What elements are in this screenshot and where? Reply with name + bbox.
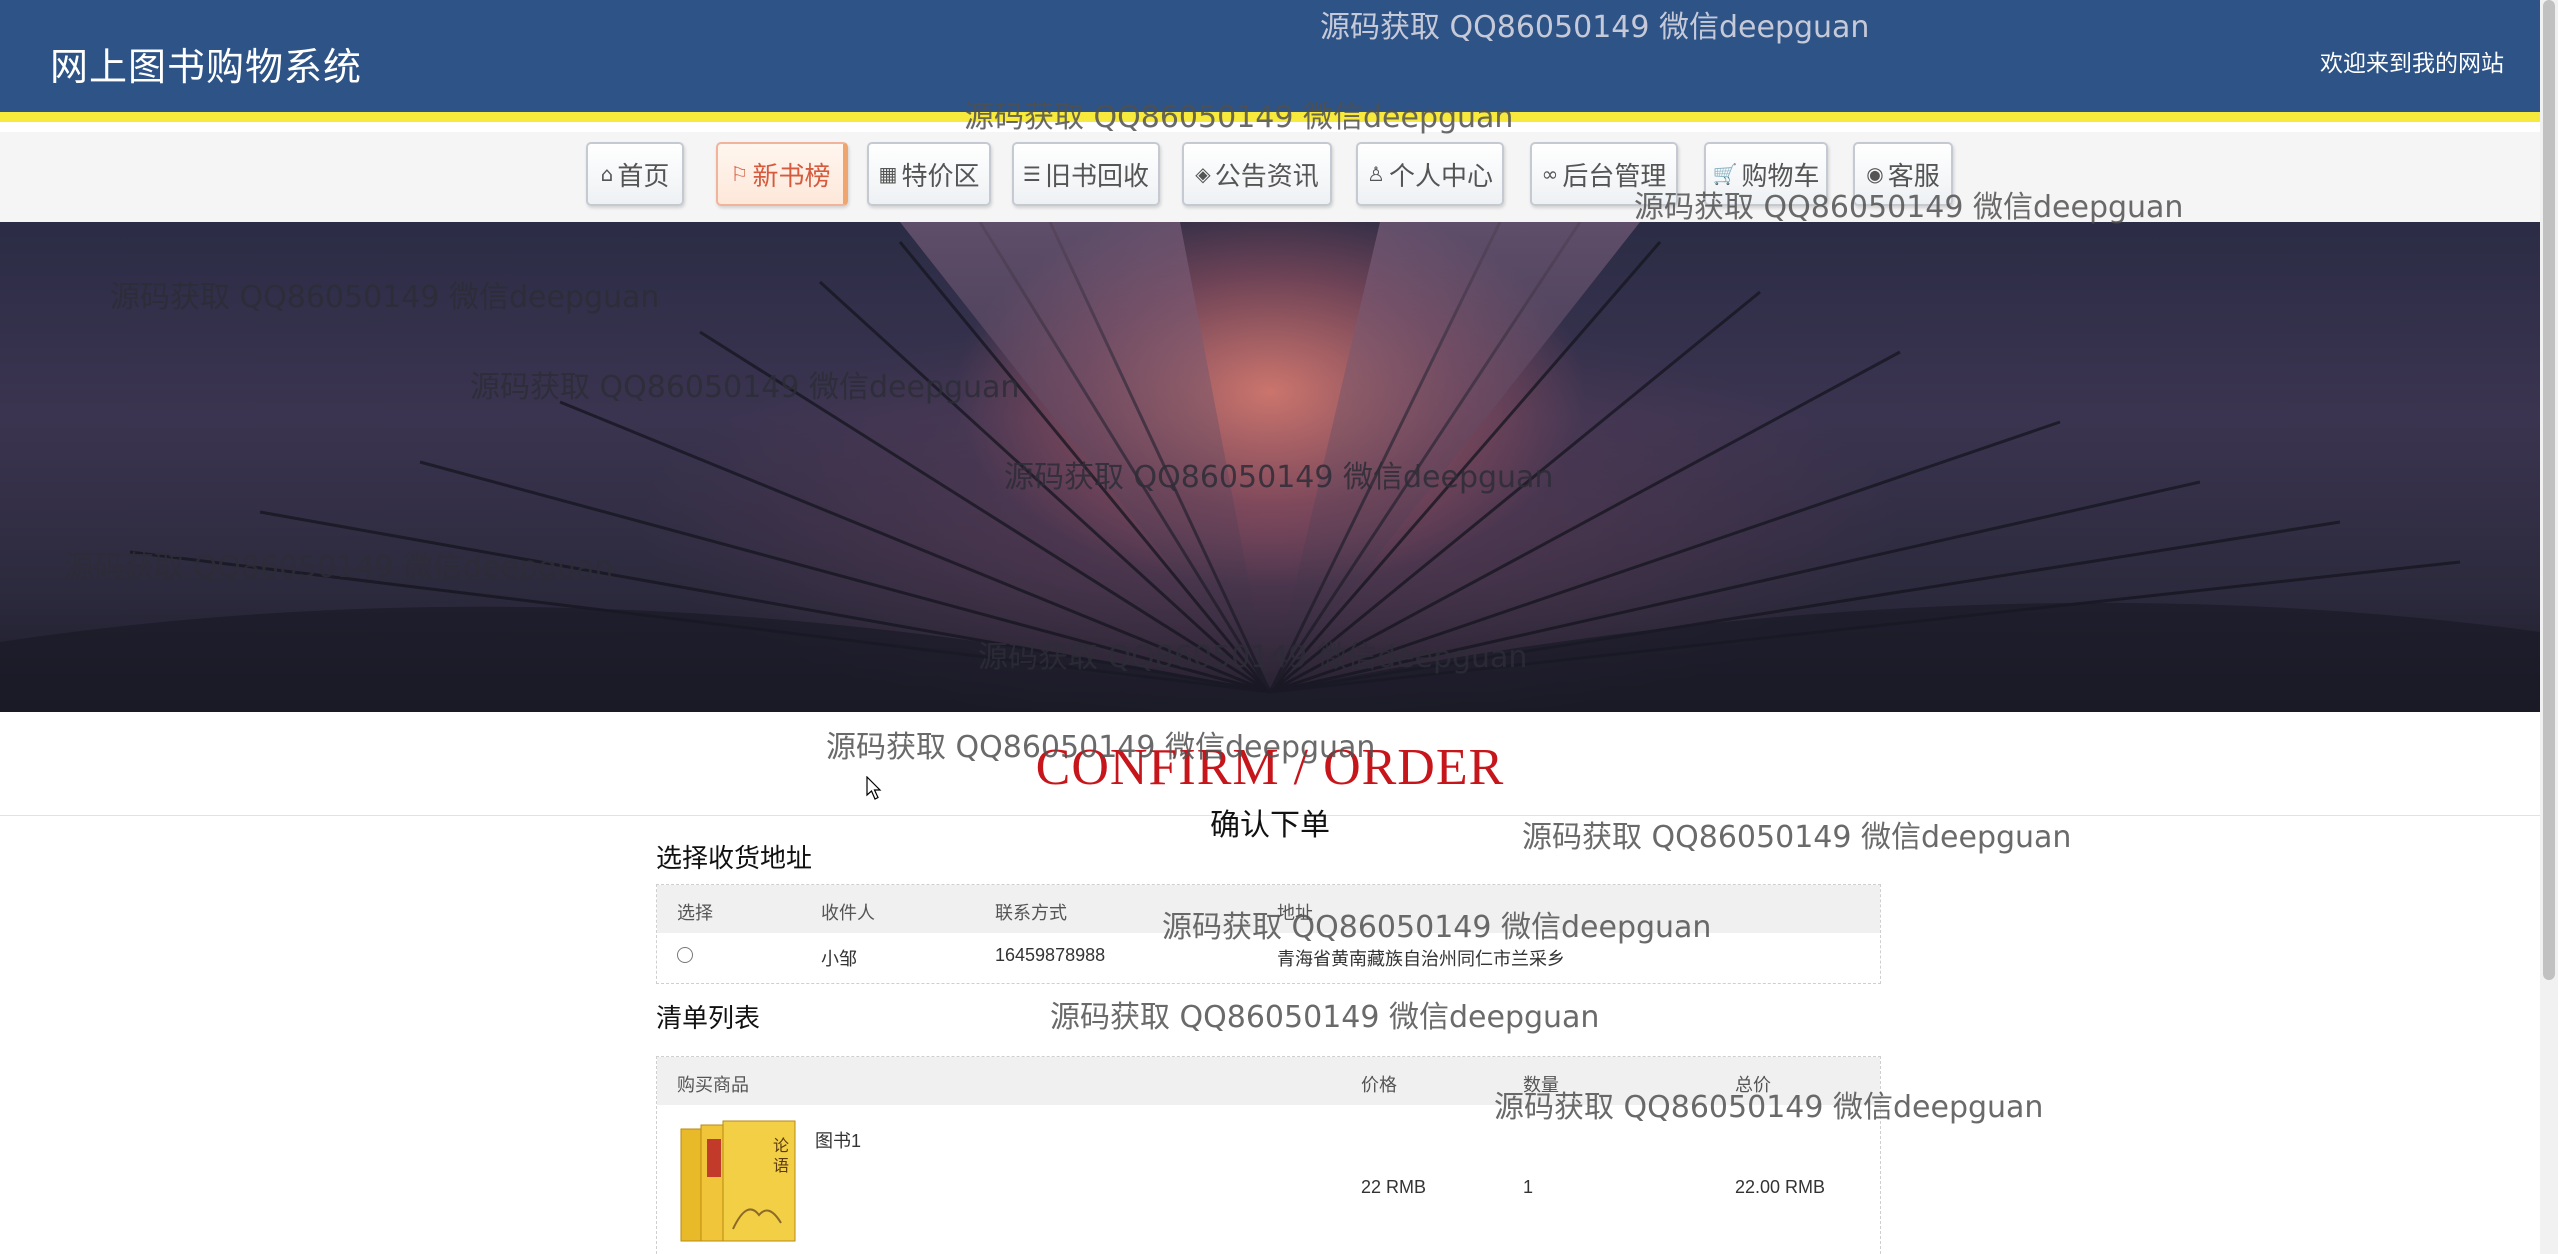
nav-admin-label: 后台管理 [1562, 161, 1667, 192]
layers-icon: ◈ [1195, 162, 1211, 186]
nav-cart-label: 购物车 [1741, 161, 1820, 192]
nav-special-price-button[interactable]: ▦ 特价区 [867, 142, 991, 206]
open-book-illustration [0, 222, 2540, 712]
order-col-qty: 数量 [1523, 1075, 1559, 1095]
user-icon: ♙ [1367, 162, 1385, 186]
order-table-header [657, 1057, 1880, 1105]
address-col-address: 地址 [1277, 903, 1313, 923]
hero-banner [0, 222, 2540, 712]
nav-new-books-label: 新书榜 [752, 161, 831, 192]
nav-user-center-label: 个人中心 [1388, 161, 1493, 192]
address-table: 选择 收件人 联系方式 地址 小邹 16459878988 青海省黄南藏族自治州… [656, 884, 1881, 984]
nav-special-price-label: 特价区 [901, 161, 980, 192]
book-cover-image: 论 语 [680, 1120, 796, 1242]
address-phone: 16459878988 [995, 945, 1106, 965]
nav-cart-button[interactable]: 🛒 购物车 [1704, 142, 1828, 206]
nav-news-label: 公告资讯 [1214, 161, 1319, 192]
nav-home-label: 首页 [617, 161, 670, 192]
order-item-qty: 1 [1523, 1177, 1534, 1197]
nav-service-label: 客服 [1887, 161, 1940, 192]
sliders-icon: ☰ [1023, 162, 1041, 186]
mouse-cursor-icon [866, 776, 882, 800]
svg-text:论: 论 [773, 1136, 789, 1155]
order-item-name[interactable]: 图书1 [815, 1127, 861, 1153]
address-col-recipient: 收件人 [821, 903, 875, 923]
nav-home-button[interactable]: ⌂ 首页 [586, 142, 684, 206]
home-icon: ⌂ [600, 162, 614, 186]
order-col-total: 总价 [1735, 1075, 1771, 1095]
address-select-radio[interactable] [677, 947, 693, 963]
page: { "header": { "site_title": "网上图书购物系统", … [0, 0, 2558, 1254]
page-scrollbar[interactable] [2540, 0, 2558, 1254]
grid-icon: ▦ [878, 162, 898, 186]
flag-icon: ⚐ [730, 162, 749, 186]
order-col-product: 购买商品 [677, 1075, 749, 1095]
address-recipient: 小邹 [821, 949, 857, 969]
address-col-phone: 联系方式 [995, 903, 1067, 923]
order-items-table: 购买商品 价格 数量 总价 论 语 图书1 22 RMB 1 22.00 RMB [656, 1056, 1881, 1254]
nav-recycle-button[interactable]: ☰ 旧书回收 [1012, 142, 1160, 206]
order-item-price: 22 RMB [1361, 1177, 1427, 1197]
chat-icon: ◉ [1866, 162, 1884, 186]
nav-news-button[interactable]: ◈ 公告资讯 [1182, 142, 1332, 206]
watermark-text: 源码获取 QQ86050149 微信deepguan [1050, 1000, 1600, 1035]
address-section-title: 选择收货地址 [656, 844, 813, 874]
order-item-total: 22.00 RMB [1735, 1177, 1826, 1197]
address-detail: 青海省黄南藏族自治州同仁市兰采乡 [1277, 949, 1565, 969]
site-title: 网上图书购物系统 [50, 45, 363, 89]
list-section-title: 清单列表 [656, 1004, 761, 1034]
svg-text:语: 语 [773, 1156, 789, 1175]
nav-user-center-button[interactable]: ♙ 个人中心 [1356, 142, 1504, 206]
scrollbar-thumb[interactable] [2543, 0, 2555, 980]
page-title-cn: 确认下单 [1210, 808, 1330, 843]
nav-service-button[interactable]: ◉ 客服 [1853, 142, 1953, 206]
nav-new-books-button[interactable]: ⚐ 新书榜 [716, 142, 848, 206]
cart-icon: 🛒 [1712, 162, 1738, 186]
nav-admin-button[interactable]: ∞ 后台管理 [1530, 142, 1678, 206]
page-title-en: CONFIRM / ORDER [1035, 739, 1505, 796]
order-col-price: 价格 [1361, 1075, 1397, 1095]
top-header: 网上图书购物系统 欢迎来到我的网站 [0, 0, 2540, 122]
welcome-text: 欢迎来到我的网站 [2320, 51, 2504, 77]
address-col-select: 选择 [677, 903, 713, 923]
nav-recycle-label: 旧书回收 [1044, 161, 1149, 192]
link-icon: ∞ [1541, 162, 1559, 186]
